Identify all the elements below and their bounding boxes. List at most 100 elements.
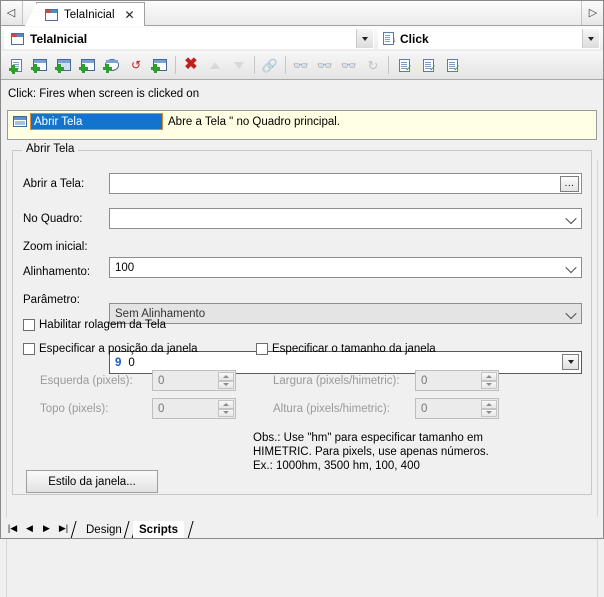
spinner-up-icon[interactable] xyxy=(218,400,234,409)
note-line-2: HIMETRIC. Para pixels, use apenas número… xyxy=(253,445,489,459)
print-add-icon[interactable] xyxy=(148,53,172,77)
window-icon xyxy=(11,33,24,45)
tab-scroll-right-button[interactable]: ▷ xyxy=(581,0,604,25)
label-no-quadro: No Quadro: xyxy=(23,213,82,225)
binoculars-icon[interactable]: 👓 xyxy=(289,53,313,77)
page-check-icon[interactable]: ✓ xyxy=(392,53,416,77)
binoculars-next-icon[interactable]: 👓 xyxy=(337,53,361,77)
spinner-up-icon[interactable] xyxy=(218,372,234,381)
chevron-down-icon[interactable] xyxy=(562,354,579,370)
spinner-down-icon[interactable] xyxy=(218,409,234,418)
spinner-buttons[interactable] xyxy=(481,372,497,389)
label-altura: Altura (pixels/himetric): xyxy=(273,403,390,415)
spinner-buttons[interactable] xyxy=(218,372,234,389)
command-description-cell: Abre a Tela " no Quadro principal. xyxy=(163,113,594,130)
spinner-buttons[interactable] xyxy=(218,400,234,417)
command-list[interactable]: Abrir Tela Abre a Tela " no Quadro princ… xyxy=(7,110,597,140)
event-selector-value: Click xyxy=(400,32,429,46)
spinner-down-icon[interactable] xyxy=(218,381,234,390)
abrir-a-tela-input[interactable]: ... xyxy=(109,173,582,194)
nav-prev-button[interactable]: ◀ xyxy=(21,520,38,536)
spinner-up-icon[interactable] xyxy=(481,372,497,381)
altura-spinner[interactable]: 0 xyxy=(415,398,499,419)
page-add-icon[interactable] xyxy=(4,53,28,77)
abrir-tela-groupbox: Abrir Tela Abrir a Tela: ... No Quadro: … xyxy=(12,150,592,495)
delete-x-icon[interactable]: ✖ xyxy=(179,53,203,77)
tab-scripts[interactable]: Scripts xyxy=(133,521,184,539)
zoom-inicial-combo[interactable]: 100 xyxy=(109,257,582,278)
label-largura: Largura (pixels/himetric): xyxy=(273,375,400,387)
browse-button[interactable]: ... xyxy=(560,176,579,192)
image-add-icon[interactable] xyxy=(52,53,76,77)
label-abrir-a-tela: Abrir a Tela: xyxy=(23,178,84,190)
checkbox-box[interactable] xyxy=(23,319,35,331)
estilo-da-janela-button[interactable]: Estilo da janela... xyxy=(26,470,158,493)
label-esquerda: Esquerda (pixels): xyxy=(40,375,133,387)
toolbar-separator-4 xyxy=(388,56,389,74)
event-selector-combo[interactable]: ↓ Click xyxy=(378,28,600,49)
selector-bar: TelaInicial ↓ Click xyxy=(0,26,604,51)
nav-first-button[interactable]: |◀ xyxy=(4,520,21,536)
no-quadro-combo[interactable] xyxy=(109,208,582,229)
insert-down-icon[interactable] xyxy=(100,53,124,77)
especificar-posicao-label: Especificar a posição da janela xyxy=(39,343,198,355)
especificar-posicao-checkbox[interactable]: Especificar a posição da janela xyxy=(23,343,198,355)
alinhamento-combo[interactable]: Sem Alinhamento xyxy=(109,303,582,324)
nav-next-button[interactable]: ▶ xyxy=(38,520,55,536)
arrow-down-icon[interactable] xyxy=(227,53,251,77)
topo-spinner[interactable]: 0 xyxy=(152,398,236,419)
tab-scroll-left-button[interactable]: ◁ xyxy=(0,0,23,25)
label-parametro: Parâmetro: xyxy=(23,294,80,306)
spinner-buttons[interactable] xyxy=(481,400,497,417)
close-icon[interactable]: ✕ xyxy=(125,8,135,22)
label-zoom-inicial: Zoom inicial: xyxy=(23,241,88,253)
zoom-inicial-value: 100 xyxy=(115,262,134,274)
command-name-cell[interactable]: Abrir Tela xyxy=(30,113,163,130)
toolbar-separator-2 xyxy=(254,56,255,74)
tab-design[interactable]: Design xyxy=(80,521,128,539)
window-add-icon[interactable] xyxy=(28,53,52,77)
topo-value: 0 xyxy=(158,403,164,415)
arrow-up-icon[interactable] xyxy=(203,53,227,77)
spinner-up-icon[interactable] xyxy=(481,400,497,409)
tab-scripts-label: Scripts xyxy=(139,524,178,536)
document-tab-strip: ◁ ▷ TelaInicial ✕ xyxy=(0,0,604,26)
habilitar-rolagem-checkbox[interactable]: Habilitar rolagem da Tela xyxy=(23,319,166,331)
spinner-down-icon[interactable] xyxy=(481,409,497,418)
label-topo: Topo (pixels): xyxy=(40,403,108,415)
parametro-index: 9 xyxy=(115,357,121,369)
frame-add-icon[interactable] xyxy=(76,53,100,77)
note-line-3: Ex.: 1000hm, 3500 hm, 100, 400 xyxy=(253,459,420,473)
event-document-icon: ↓ xyxy=(383,32,394,45)
loop-icon[interactable]: ↺ xyxy=(124,53,148,77)
chevron-down-icon[interactable] xyxy=(582,29,599,48)
checkbox-box[interactable] xyxy=(23,343,35,355)
table-row[interactable]: Abrir Tela Abre a Tela " no Quadro princ… xyxy=(10,113,594,130)
binoculars-prev-icon[interactable]: 👓 xyxy=(313,53,337,77)
bottom-tab-bar: |◀ ◀ ▶ ▶| Design Scripts xyxy=(0,517,604,539)
chevron-down-icon[interactable] xyxy=(356,29,373,48)
page-check-double-icon[interactable]: ✓ xyxy=(440,53,464,77)
document-tab-label: TelaInicial xyxy=(64,9,115,21)
screen-selector-combo[interactable]: TelaInicial xyxy=(4,28,374,49)
tab-edge-right xyxy=(179,521,193,539)
record-nav-buttons: |◀ ◀ ▶ ▶| xyxy=(4,520,72,536)
note-line-1: Obs.: Use "hm" para especificar tamanho … xyxy=(253,431,483,445)
document-tab-telainicial[interactable]: TelaInicial ✕ xyxy=(36,2,145,26)
largura-spinner[interactable]: 0 xyxy=(415,370,499,391)
chevron-down-icon[interactable] xyxy=(565,261,576,272)
checkbox-box[interactable] xyxy=(256,343,268,355)
replace-icon[interactable]: ↻ xyxy=(361,53,385,77)
page-check-all-icon[interactable]: ✓ xyxy=(416,53,440,77)
esquerda-spinner[interactable]: 0 xyxy=(152,370,236,391)
toolbar-separator-3 xyxy=(285,56,286,74)
especificar-tamanho-checkbox[interactable]: Especificar o tamanho da janela xyxy=(256,343,436,355)
chevron-down-icon[interactable] xyxy=(565,212,576,223)
window-command-icon xyxy=(10,113,30,130)
spinner-down-icon[interactable] xyxy=(481,381,497,390)
nav-last-button[interactable]: ▶| xyxy=(55,520,72,536)
tab-design-label: Design xyxy=(86,524,122,536)
screen-selector-value: TelaInicial xyxy=(30,32,87,46)
chevron-down-icon[interactable] xyxy=(565,307,576,318)
link-icon[interactable]: 🔗 xyxy=(258,53,282,77)
